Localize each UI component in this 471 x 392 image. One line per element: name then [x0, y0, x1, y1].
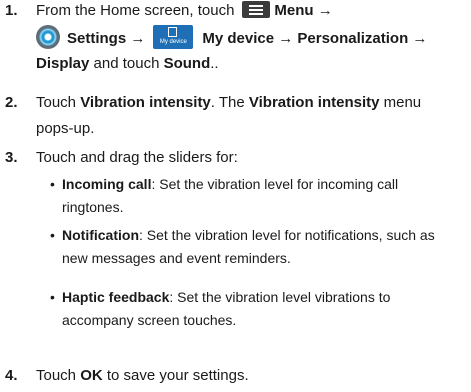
bullet-text: : Set the vibration level vibrations to [169, 289, 391, 305]
gear-icon [36, 25, 60, 49]
bullet-text: ringtones. [62, 199, 124, 215]
bullet-dot: • [50, 227, 55, 243]
vibration-intensity-label: Vibration intensity [248, 94, 380, 111]
step-number: 2. [5, 94, 18, 111]
instruction-document: 1. From the Home screen, touch Menu → Set… [0, 0, 471, 392]
step-text-segment: From the Home screen, touch [36, 2, 235, 19]
step-text-segment: menu [379, 94, 422, 111]
menu-label: Menu → [274, 2, 333, 19]
step-text: Touch and drag the sliders for: [36, 147, 466, 168]
my-device-icon: My device [153, 25, 194, 49]
display-label: Display [36, 55, 90, 72]
step-number: 3. [5, 149, 18, 166]
bullet-text: accompany screen touches. [62, 312, 237, 328]
step-text: Touch OK to save your settings. [36, 365, 466, 386]
bullet-item: • Notification: Set the vibration level f… [50, 224, 465, 270]
step-text-segment: .. [210, 55, 219, 72]
step-text-segment: to save your settings. [102, 367, 249, 384]
sound-label: Sound [163, 55, 211, 72]
step-text-segment: Touch [36, 367, 81, 384]
step-text-segment: Touch [36, 94, 81, 111]
step-text: Touch Vibration intensity. The Vibration… [36, 92, 466, 139]
menu-icon [242, 1, 271, 18]
step-number: 1. [5, 2, 18, 19]
bullet-term: Incoming call [62, 176, 152, 192]
bullet-term: Notification [62, 227, 139, 243]
step-text-segment: . The [210, 94, 249, 111]
step-number: 4. [5, 367, 18, 384]
step-text-segment: Touch and drag the sliders for: [36, 149, 238, 166]
vibration-intensity-label: Vibration intensity [80, 94, 211, 111]
bullet-text: : Set the vibration level for incoming c… [151, 176, 399, 192]
bullet-item: • Incoming call: Set the vibration level … [50, 173, 465, 219]
bullet-dot: • [50, 289, 55, 305]
bullet-dot: • [50, 176, 55, 192]
step-text-segment: pops-up. [36, 120, 95, 137]
ok-label: OK [80, 367, 103, 384]
settings-label: Settings → [67, 30, 146, 47]
my-device-icon-label: My device [159, 39, 187, 45]
bullet-item: • Haptic feedback: Set the vibration leve… [50, 286, 465, 332]
step-text-segment: and touch [89, 55, 164, 72]
bullet-text: : Set the vibration level for notificati… [139, 227, 435, 243]
bullet-term: Haptic feedback [62, 289, 170, 305]
bullet-text: new messages and event reminders. [62, 250, 291, 266]
path-label: My device → Personalization → [202, 30, 428, 47]
step-text: From the Home screen, touch Menu → Settin… [36, 0, 466, 74]
